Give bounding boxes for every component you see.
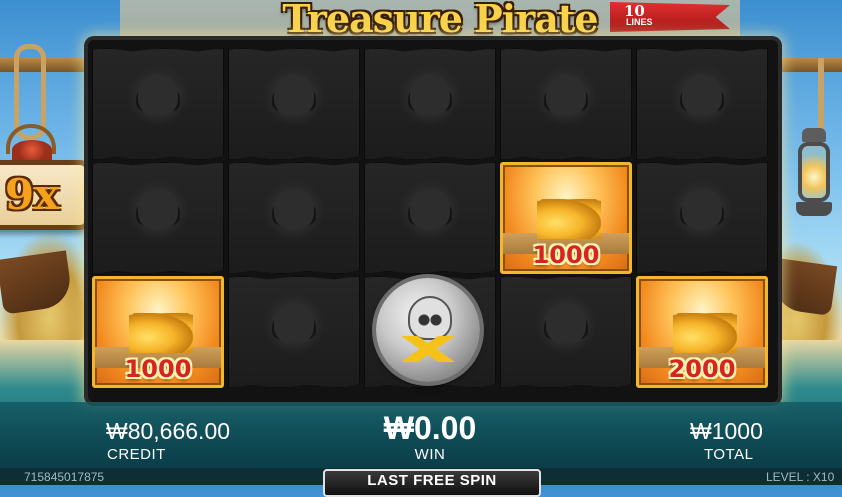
reel-frame: 1000 1000 2000 [88,40,778,402]
symbol-value: 1000 [124,355,192,383]
lines-label: LINES [626,17,653,27]
level-indicator: LEVEL : X10 [766,470,835,484]
total-bet-label: TOTAL [704,446,754,463]
pirate-flag-symbol [636,48,768,160]
lines-flag: 10 LINES [610,2,730,32]
silver-skull-coin-symbol [376,278,480,382]
crossed-swords-icon [400,336,456,362]
last-free-spin-button[interactable]: LAST FREE SPIN [323,469,541,497]
pirate-flag-symbol [364,162,496,274]
pirate-flag-symbol [364,48,496,160]
credit-label: CREDIT [107,446,166,463]
coin-pile-icon [129,313,193,353]
symbol-grid: 1000 1000 2000 [92,48,774,398]
gold-coins-symbol: 1000 [500,162,632,274]
symbol-value: 1000 [532,241,600,269]
pirate-flag-symbol [500,276,632,388]
gold-coins-symbol: 2000 [636,276,768,388]
game-round-id: 715845017875 [24,470,105,484]
lantern-icon [794,128,834,220]
crown-icon [12,140,52,160]
symbol-value: 2000 [668,355,736,383]
pirate-flag-symbol [228,162,360,274]
game-title-logo: Treasure Pirate [282,0,598,41]
pirate-flag-symbol [636,162,768,274]
pirate-flag-symbol [228,276,360,388]
gold-coins-symbol: 1000 [92,276,224,388]
win-value: ₩0.00 [383,410,477,446]
pirate-flag-symbol [500,48,632,160]
skull-icon [408,296,452,340]
coin-pile-icon [673,313,737,353]
total-bet-value[interactable]: ₩1000 [690,418,763,445]
coin-pile-icon [537,199,601,239]
credit-value: ₩80,666.00 [106,418,231,444]
pirate-flag-symbol [92,162,224,274]
multiplier-value: 9x [4,170,60,219]
win-label: WIN [414,446,446,463]
pirate-flag-symbol [228,48,360,160]
multiplier-sign: 9x [0,124,94,232]
pirate-flag-symbol [92,48,224,160]
right-rope [818,58,824,138]
